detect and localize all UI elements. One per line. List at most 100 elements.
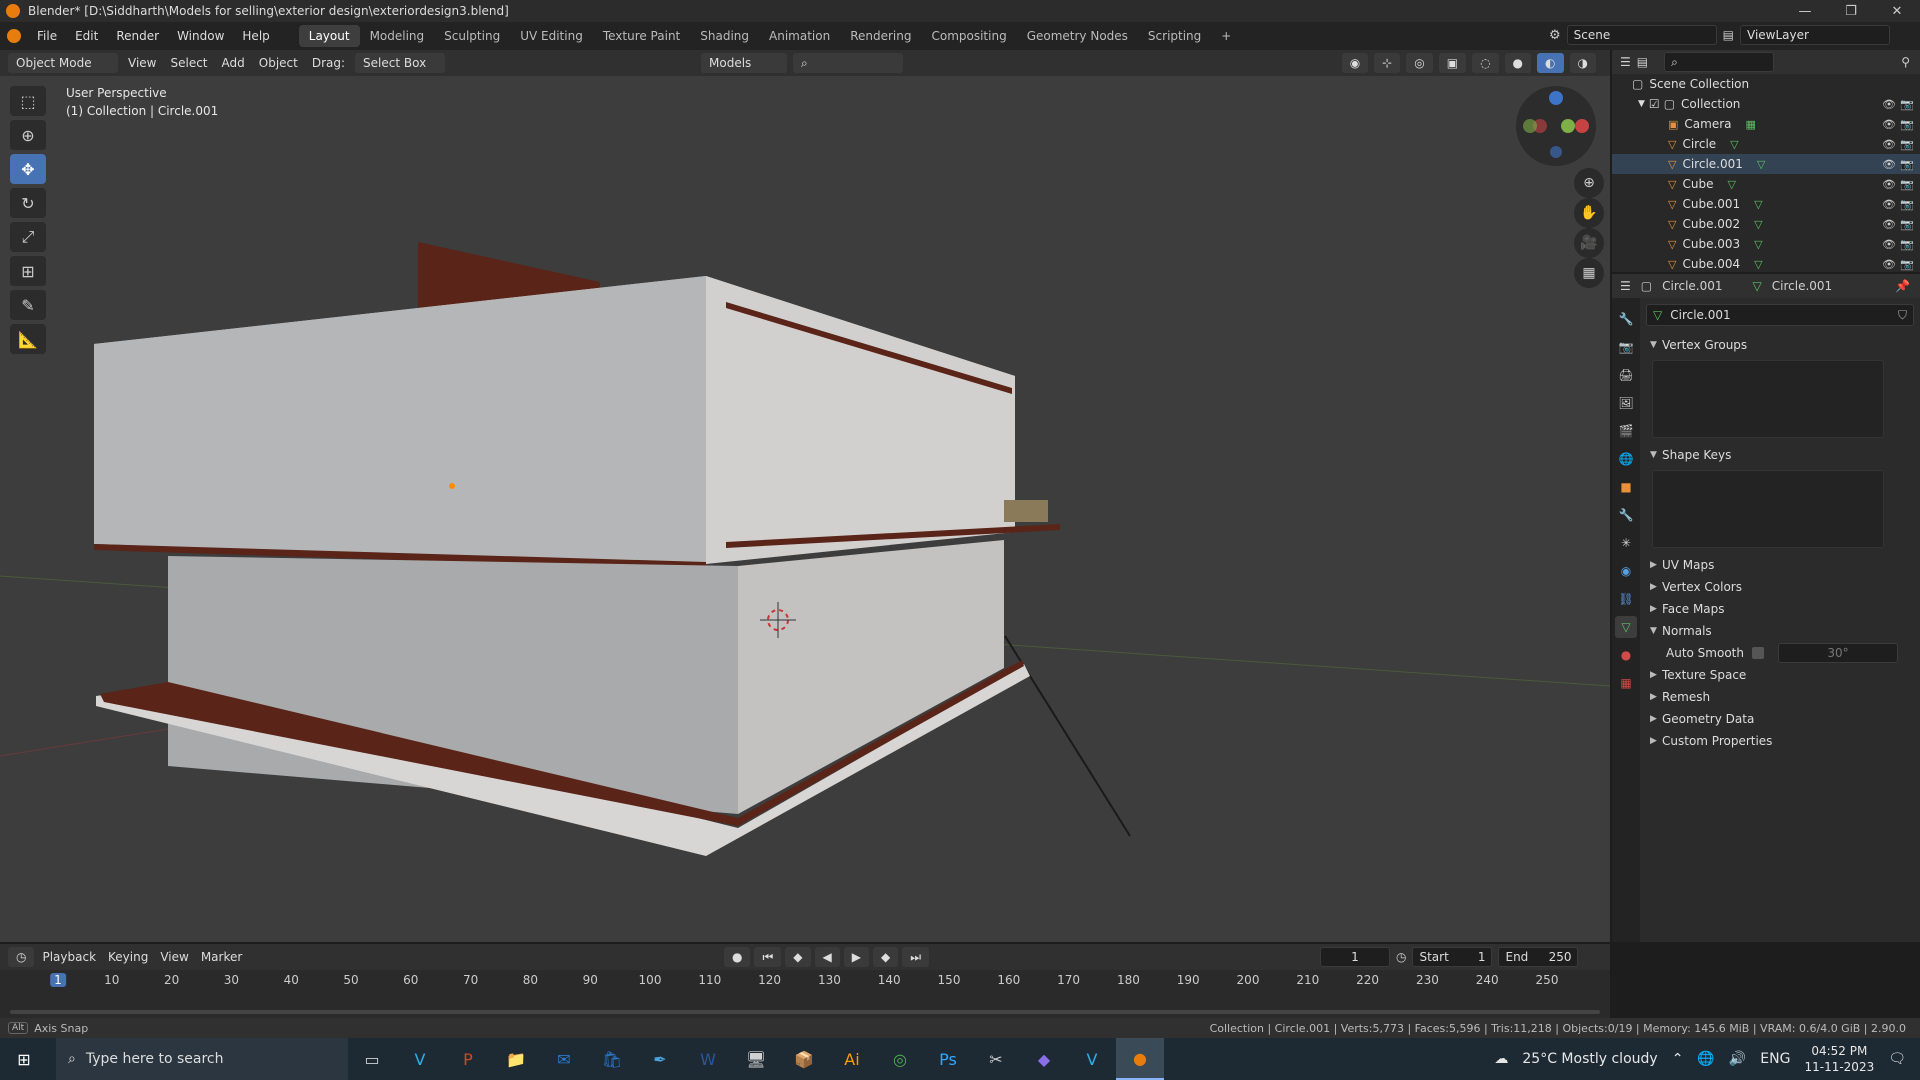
powerpoint-icon[interactable]: P xyxy=(444,1038,492,1080)
section-geometry-data[interactable]: ▶ Geometry Data xyxy=(1646,708,1914,730)
menu-timeline-view[interactable]: View xyxy=(156,950,192,964)
filter-icon[interactable]: ⚲ xyxy=(1901,55,1910,69)
menu-add[interactable]: Add xyxy=(218,56,249,70)
section-remesh[interactable]: ▶ Remesh xyxy=(1646,686,1914,708)
end-frame-field[interactable]: End 250 xyxy=(1498,947,1579,967)
select-box-tool-icon[interactable]: ⬚ xyxy=(10,86,46,116)
move-tool-icon[interactable]: ✥ xyxy=(10,154,46,184)
render-camera-icon[interactable]: 📷 xyxy=(1900,138,1914,151)
weather-icon[interactable]: ☁ xyxy=(1494,1051,1508,1067)
tab-scripting[interactable]: Scripting xyxy=(1138,25,1211,47)
snipping-tool-icon[interactable]: ✂ xyxy=(972,1038,1020,1080)
vectorworks-icon[interactable]: V xyxy=(396,1038,444,1080)
maximize-button[interactable]: ❐ xyxy=(1828,0,1874,22)
clock-icon[interactable]: ◷ xyxy=(1396,950,1406,964)
section-uv-maps[interactable]: ▶ UV Maps xyxy=(1646,554,1914,576)
frame-ruler[interactable]: 1 10 20 30 40 50 60 70 80 90 100 110 120 130 140 150 160… xyxy=(0,970,1610,992)
next-keyframe-icon[interactable]: ◆ xyxy=(873,947,899,967)
collapse-arrow-icon[interactable]: ▼ xyxy=(1638,99,1645,109)
render-camera-icon[interactable]: 📷 xyxy=(1900,158,1914,171)
pan-hand-icon[interactable]: ✋ xyxy=(1574,198,1604,228)
cursor-tool-icon[interactable]: ⊕ xyxy=(10,120,46,150)
render-camera-icon[interactable]: 📷 xyxy=(1900,218,1914,231)
material-preview-shading-icon[interactable]: ◐ xyxy=(1537,53,1564,73)
texture-tab-icon[interactable]: ▦ xyxy=(1615,672,1637,694)
weather-text[interactable]: 25°C Mostly cloudy xyxy=(1522,1051,1657,1067)
outliner-item-cube-002[interactable]: ▽ Cube.002 ▽ 👁 📷 xyxy=(1612,214,1920,234)
render-camera-icon[interactable]: 📷 xyxy=(1900,198,1914,211)
word-icon[interactable]: W xyxy=(684,1038,732,1080)
drag-select-dropdown[interactable]: Select Box xyxy=(355,53,446,73)
mesh-data-tab-icon[interactable]: ▽ xyxy=(1615,616,1637,638)
eye-icon[interactable]: 👁 xyxy=(1882,158,1896,171)
play-reverse-icon[interactable]: ◀ xyxy=(814,947,840,967)
render-camera-icon[interactable]: 📷 xyxy=(1900,238,1914,251)
gizmo-toggle-icon[interactable]: ⊹ xyxy=(1374,53,1401,73)
menu-edit[interactable]: Edit xyxy=(66,29,107,43)
object-tab-icon[interactable]: ■ xyxy=(1615,476,1637,498)
particles-tab-icon[interactable]: ✳ xyxy=(1615,532,1637,554)
clock[interactable]: 04:52 PM 11-11-2023 xyxy=(1804,1043,1874,1075)
shape-keys-list[interactable] xyxy=(1652,470,1884,548)
output-tab-icon[interactable]: 🖨 xyxy=(1615,364,1637,386)
menu-window[interactable]: Window xyxy=(168,29,233,43)
tab-rendering[interactable]: Rendering xyxy=(840,25,921,47)
outliner-item-cube-001[interactable]: ▽ Cube.001 ▽ 👁 📷 xyxy=(1612,194,1920,214)
render-camera-icon[interactable]: 📷 xyxy=(1900,118,1914,131)
pin-icon[interactable]: 📌 xyxy=(1895,279,1910,293)
outliner-item-circle[interactable]: ▽ Circle ▽ 👁 📷 xyxy=(1612,134,1920,154)
jump-start-icon[interactable]: ⏮ xyxy=(754,947,782,967)
eye-icon[interactable]: 👁 xyxy=(1882,98,1896,111)
notifications-icon[interactable]: 🗨 xyxy=(1888,1051,1906,1067)
volume-icon[interactable]: 🔊 xyxy=(1729,1051,1746,1067)
tab-modeling[interactable]: Modeling xyxy=(360,25,435,47)
device-manager-icon[interactable]: 🖥 xyxy=(732,1038,780,1080)
eye-icon[interactable]: 👁 xyxy=(1882,218,1896,231)
timeline-editor-type-icon[interactable]: ◷ xyxy=(8,947,35,967)
solid-shading-icon[interactable]: ● xyxy=(1504,53,1532,73)
record-icon[interactable]: ● xyxy=(724,947,751,967)
auto-smooth-angle-field[interactable]: 30° xyxy=(1777,643,1898,663)
play-icon[interactable]: ▶ xyxy=(843,947,869,967)
add-workspace-button[interactable]: + xyxy=(1211,25,1241,47)
tab-uv-editing[interactable]: UV Editing xyxy=(510,25,593,47)
annotate-tool-icon[interactable]: ✎ xyxy=(10,290,46,320)
app-icon[interactable]: ◆ xyxy=(1020,1038,1068,1080)
rotate-tool-icon[interactable]: ↻ xyxy=(10,188,46,218)
section-vertex-groups[interactable]: ▼ Vertex Groups xyxy=(1646,334,1914,356)
visibility-icon[interactable]: ◉ xyxy=(1341,53,1369,73)
section-custom-properties[interactable]: ▶ Custom Properties xyxy=(1646,730,1914,752)
xray-toggle-icon[interactable]: ▣ xyxy=(1438,53,1467,73)
section-face-maps[interactable]: ▶ Face Maps xyxy=(1646,598,1914,620)
view-layer-selector[interactable]: ViewLayer xyxy=(1740,25,1890,45)
overlay-toggle-icon[interactable]: ◎ xyxy=(1406,53,1433,73)
eye-icon[interactable]: 👁 xyxy=(1882,118,1896,131)
prev-keyframe-icon[interactable]: ◆ xyxy=(785,947,811,967)
menu-help[interactable]: Help xyxy=(233,29,278,43)
collection-row[interactable]: ▼ ☑ ▢ Collection 👁 📷 xyxy=(1612,94,1920,114)
section-texture-space[interactable]: ▶ Texture Space xyxy=(1646,664,1914,686)
material-tab-icon[interactable]: ● xyxy=(1615,644,1637,666)
mode-selector[interactable]: Object Mode xyxy=(8,53,118,73)
microsoft-store-icon[interactable]: 🛍 xyxy=(588,1038,636,1080)
timeline-scrollbar[interactable] xyxy=(10,1010,1600,1014)
transform-orientation-dropdown[interactable]: Models xyxy=(701,53,788,73)
outliner-item-cube-003[interactable]: ▽ Cube.003 ▽ 👁 📷 xyxy=(1612,234,1920,254)
outliner-item-cube-004[interactable]: ▽ Cube.004 ▽ 👁 📷 xyxy=(1612,254,1920,272)
outlook-icon[interactable]: ✉ xyxy=(540,1038,588,1080)
outliner-search-input[interactable]: ⌕ xyxy=(1664,52,1775,72)
taskbar-search-input[interactable]: ⌕ Type here to search xyxy=(56,1038,348,1080)
pen-app-icon[interactable]: ✒ xyxy=(636,1038,684,1080)
perspective-toggle-icon[interactable]: ▦ xyxy=(1574,258,1604,288)
fake-user-shield-icon[interactable]: ⛉ xyxy=(1898,308,1907,323)
wireframe-shading-icon[interactable]: ◌ xyxy=(1472,53,1499,73)
close-button[interactable]: ✕ xyxy=(1874,0,1920,22)
eye-icon[interactable]: 👁 xyxy=(1882,138,1896,151)
tab-compositing[interactable]: Compositing xyxy=(921,25,1016,47)
jump-end-icon[interactable]: ⏭ xyxy=(902,947,930,967)
outliner-item-camera[interactable]: ▣ Camera ▦ 👁 📷 xyxy=(1612,114,1920,134)
properties-editor-type-icon[interactable]: ☰ xyxy=(1620,279,1631,293)
scene-tab-icon[interactable]: 🎬 xyxy=(1615,420,1637,442)
eye-icon[interactable]: 👁 xyxy=(1882,178,1896,191)
current-frame-field[interactable]: 1 xyxy=(1320,947,1390,967)
